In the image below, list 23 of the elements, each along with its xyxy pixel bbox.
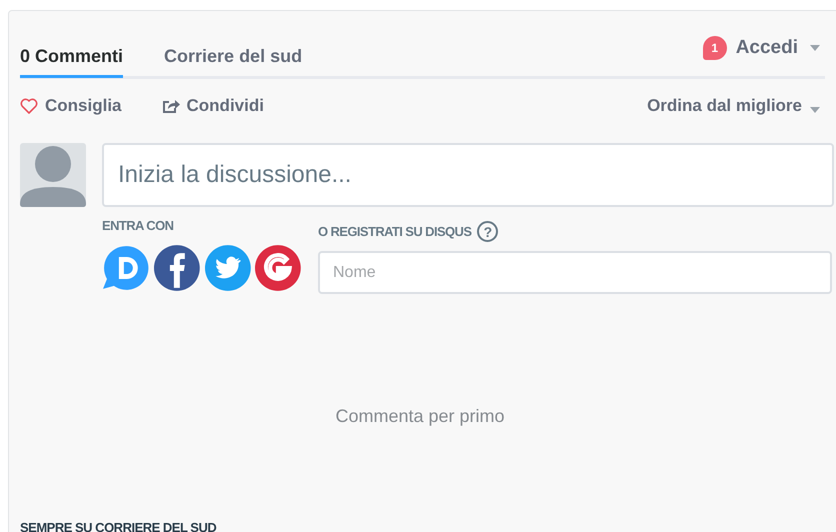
tab[interactable]: Corriere del sud: [164, 12, 302, 78]
tab[interactable]: 0 Commenti: [20, 12, 124, 78]
comment-input[interactable]: Inizia la discussione...: [102, 143, 834, 207]
sort-dropdown[interactable]: Ordina dal migliore: [647, 96, 802, 116]
speech-bubble-icon[interactable]: [102, 244, 150, 292]
heart-icon: [20, 98, 38, 114]
share-button[interactable]: Condividi: [162, 96, 264, 116]
caret-icon: [810, 44, 820, 50]
share-icon: [162, 98, 180, 114]
google-icon[interactable]: [254, 244, 302, 292]
bird-icon[interactable]: [204, 244, 252, 292]
caret-icon: [810, 107, 820, 113]
notification-badge: 1: [702, 36, 727, 60]
avatar-icon: [20, 143, 86, 207]
recommend-button[interactable]: Consiglia: [20, 96, 122, 116]
name-input[interactable]: Nome: [318, 251, 832, 294]
section-heading: SEMPRE SU CORRIERE DEL SUD: [20, 520, 216, 532]
facebook-icon[interactable]: [152, 244, 200, 292]
login-with-label: ENTRA CON: [102, 218, 174, 233]
register-label: O REGISTRATI SU DISQUS: [318, 224, 472, 239]
login-button[interactable]: Accedi: [736, 36, 798, 58]
empty-message: Commenta per primo: [334, 406, 506, 427]
help-icon[interactable]: ?: [477, 221, 498, 242]
